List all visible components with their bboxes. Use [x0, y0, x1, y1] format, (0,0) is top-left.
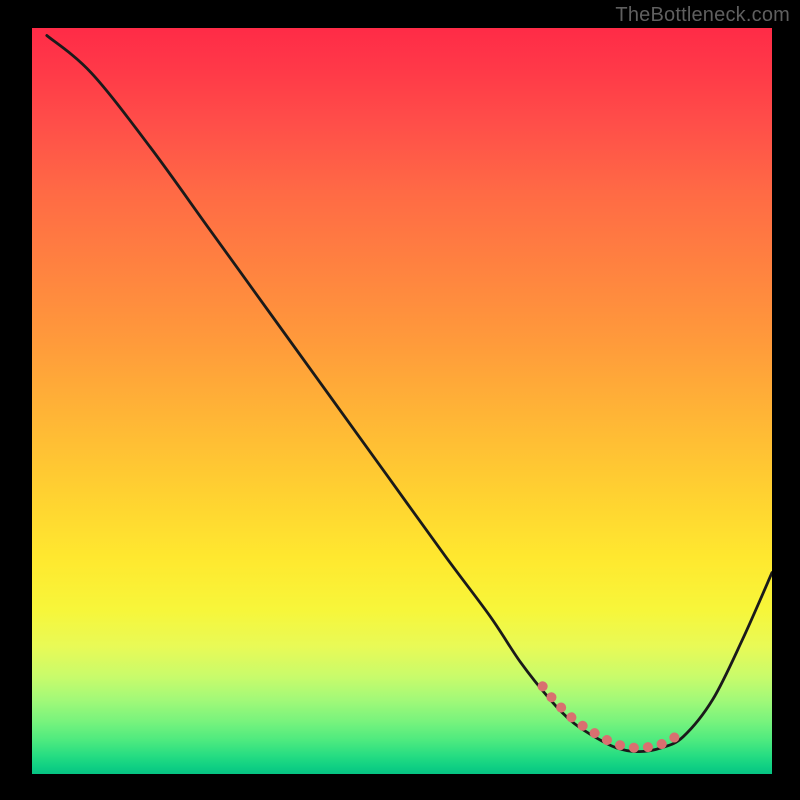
bottleneck-curve — [47, 36, 772, 752]
optimal-range-dots — [543, 686, 676, 748]
chart-frame: TheBottleneck.com — [0, 0, 800, 800]
curve-svg — [32, 28, 772, 774]
plot-area — [32, 28, 772, 774]
watermark-text: TheBottleneck.com — [615, 4, 790, 27]
